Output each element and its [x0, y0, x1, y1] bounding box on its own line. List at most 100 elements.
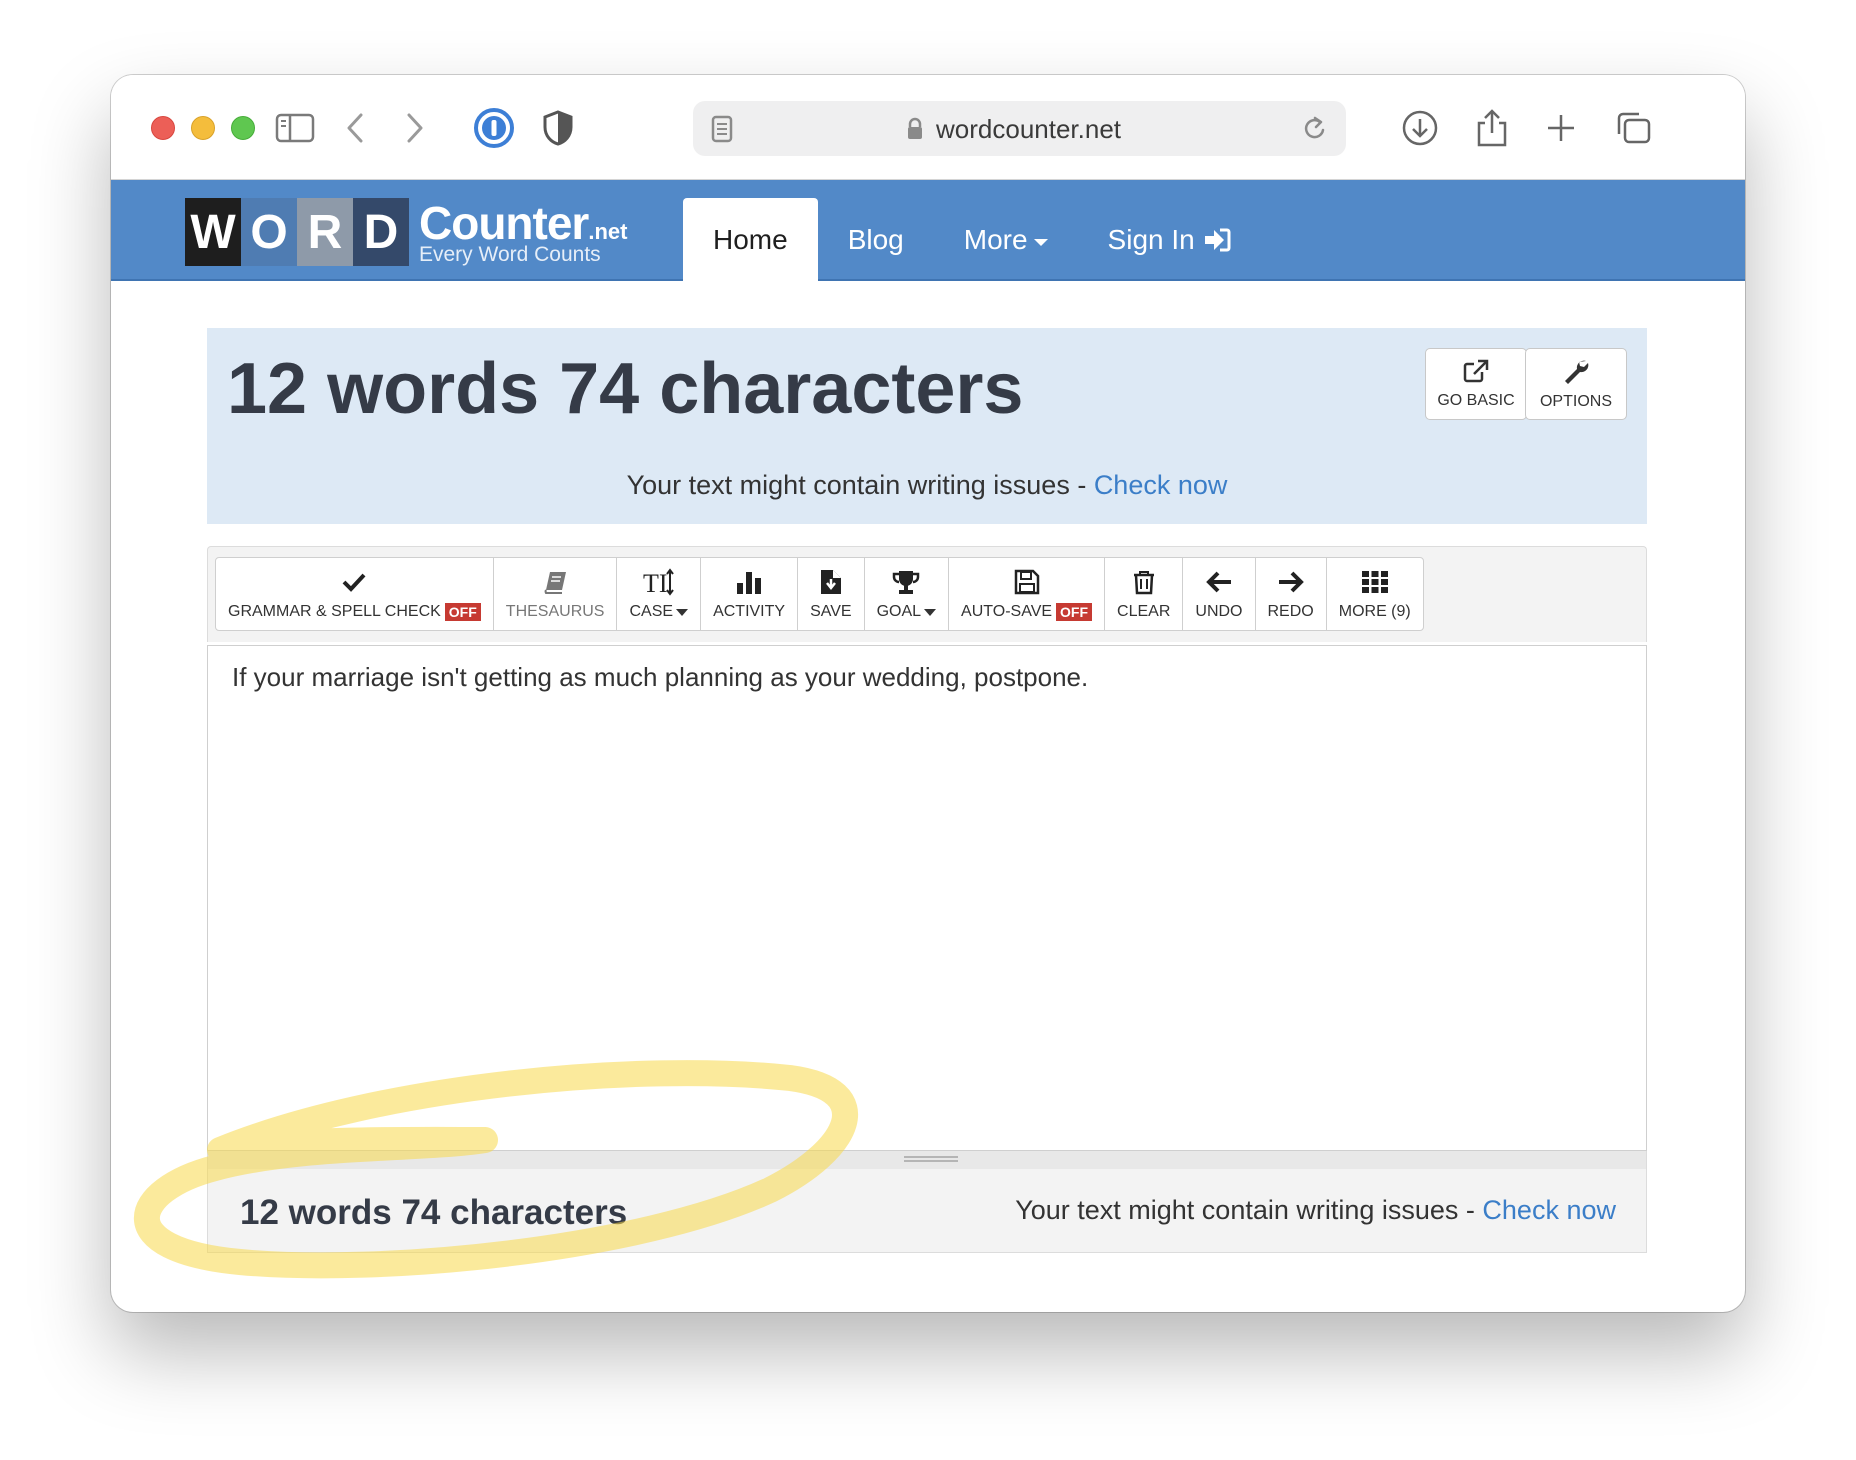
password-manager-icon[interactable]	[473, 105, 515, 151]
footer-writing-issues: Your text might contain writing issues -…	[1015, 1195, 1616, 1226]
sidebar-toggle-icon[interactable]	[275, 105, 315, 151]
arrow-right-icon	[1278, 571, 1304, 593]
logo-net: .net	[588, 218, 628, 244]
close-window-button[interactable]	[151, 116, 175, 140]
caret-down-icon	[924, 608, 937, 616]
footer-check-now-link[interactable]: Check now	[1482, 1195, 1616, 1225]
forward-icon[interactable]	[403, 105, 427, 151]
page-icon	[711, 115, 733, 148]
editor-toolbar: GRAMMAR & SPELL CHECK OFF THESAURUS TI CA…	[207, 546, 1647, 642]
footer-word-count: 12 words 74 characters	[240, 1193, 628, 1232]
activity-label: ACTIVITY	[713, 603, 786, 620]
goal-label: GOAL	[876, 603, 922, 620]
nav-more-label: More	[963, 224, 1028, 255]
book-icon	[544, 572, 567, 594]
editor-text: If your marriage isn't getting as much p…	[232, 662, 1089, 692]
trash-icon	[1133, 571, 1154, 595]
logo-letter: D	[353, 198, 409, 266]
footer-issues-text: Your text might contain writing issues -	[1015, 1195, 1483, 1225]
site-navbar: W O R D Counter.net Every Word Counts Ho…	[111, 180, 1745, 282]
shield-icon[interactable]	[541, 105, 575, 151]
browser-toolbar: wordcounter.net	[111, 75, 1745, 180]
nav-blog-label: Blog	[847, 224, 904, 255]
case-button[interactable]: TI CASE	[616, 557, 702, 631]
undo-button[interactable]: UNDO	[1182, 557, 1256, 631]
footer-stats: 12 words 74 characters Your text might c…	[207, 1169, 1647, 1253]
text-height-icon: TI	[643, 568, 674, 596]
save-button[interactable]: SAVE	[797, 557, 865, 631]
minimize-window-button[interactable]	[191, 116, 215, 140]
nav-home-label: Home	[713, 224, 788, 255]
nav-sign-in[interactable]: Sign In	[1078, 198, 1261, 282]
more-tools-label: MORE (9)	[1338, 603, 1411, 620]
logo-letter: W	[185, 198, 241, 266]
back-icon[interactable]	[343, 105, 367, 151]
go-basic-button[interactable]: GO BASIC	[1425, 348, 1527, 420]
caret-down-icon	[676, 608, 689, 616]
reload-icon[interactable]	[1302, 115, 1328, 148]
logo-letter: R	[297, 198, 353, 266]
grammar-check-button[interactable]: GRAMMAR & SPELL CHECK OFF	[215, 557, 494, 631]
share-icon[interactable]	[1475, 105, 1509, 151]
thesaurus-button[interactable]: THESAURUS	[492, 557, 618, 631]
caret-down-icon	[1033, 238, 1048, 246]
logo-letter: O	[241, 198, 297, 266]
grammar-status-badge: OFF	[444, 603, 481, 621]
word-count-title: 12 words 74 characters	[227, 349, 1024, 429]
floppy-disk-icon	[1014, 569, 1039, 595]
checkmark-icon	[342, 573, 366, 592]
writing-issues-notice: Your text might contain writing issues -…	[207, 470, 1647, 501]
browser-window: wordcounter.net W O R D Counter.net Ever…	[111, 75, 1745, 1312]
logo-brand-name: Counter	[419, 196, 589, 249]
case-label: CASE	[629, 603, 674, 620]
external-link-icon	[1463, 359, 1489, 383]
auto-save-button[interactable]: AUTO-SAVE OFF	[948, 557, 1106, 631]
nav-more[interactable]: More	[934, 198, 1078, 282]
writing-issues-text: Your text might contain writing issues -	[626, 470, 1094, 500]
grid-icon	[1361, 571, 1388, 593]
clear-button[interactable]: CLEAR	[1104, 557, 1184, 631]
text-editor[interactable]: If your marriage isn't getting as much p…	[207, 645, 1647, 1151]
clear-label: CLEAR	[1117, 603, 1171, 620]
grammar-check-label: GRAMMAR & SPELL CHECK	[228, 603, 441, 620]
undo-label: UNDO	[1195, 603, 1243, 620]
nav-sign-in-label: Sign In	[1107, 224, 1195, 255]
options-label: OPTIONS	[1539, 393, 1612, 410]
file-download-icon	[820, 570, 841, 594]
sign-in-icon	[1204, 228, 1231, 252]
zoom-window-button[interactable]	[231, 116, 255, 140]
resize-handle-icon[interactable]	[904, 1156, 958, 1162]
activity-button[interactable]: ACTIVITY	[700, 557, 799, 631]
arrow-left-icon	[1206, 571, 1231, 593]
go-basic-label: GO BASIC	[1437, 392, 1515, 409]
auto-save-label: AUTO-SAVE	[961, 603, 1053, 620]
top-actions: GO BASIC OPTIONS	[1425, 348, 1627, 420]
bar-chart-icon	[737, 572, 762, 594]
word-count-summary: 12 words 74 characters GO BASIC OPTIONS …	[207, 328, 1647, 524]
downloads-icon[interactable]	[1401, 105, 1439, 151]
wrench-icon	[1565, 360, 1589, 384]
redo-label: REDO	[1267, 603, 1314, 620]
save-label: SAVE	[810, 603, 852, 620]
more-tools-button[interactable]: MORE (9)	[1325, 557, 1424, 631]
site-logo[interactable]: W O R D Counter.net Every Word Counts	[185, 198, 627, 266]
main-nav: Home Blog More Sign In	[683, 198, 1261, 282]
url-text: wordcounter.net	[936, 114, 1122, 144]
options-button[interactable]: OPTIONS	[1525, 348, 1627, 420]
goal-button[interactable]: GOAL	[863, 557, 950, 631]
editor-resize-bar[interactable]	[207, 1151, 1647, 1169]
nav-home[interactable]: Home	[683, 198, 818, 282]
tab-overview-icon[interactable]	[1615, 105, 1653, 151]
redo-button[interactable]: REDO	[1254, 557, 1327, 631]
thesaurus-label: THESAURUS	[505, 603, 605, 620]
lock-icon	[906, 117, 924, 146]
check-now-link[interactable]: Check now	[1094, 470, 1228, 500]
nav-blog[interactable]: Blog	[818, 198, 934, 282]
address-bar[interactable]: wordcounter.net	[693, 101, 1346, 156]
auto-save-status-badge: OFF	[1056, 603, 1093, 621]
new-tab-icon[interactable]	[1545, 105, 1577, 151]
logo-brand: Counter.net Every Word Counts	[419, 200, 627, 265]
trophy-icon	[893, 571, 920, 594]
logo-tagline: Every Word Counts	[419, 242, 601, 266]
svg-text:TI: TI	[643, 569, 668, 596]
